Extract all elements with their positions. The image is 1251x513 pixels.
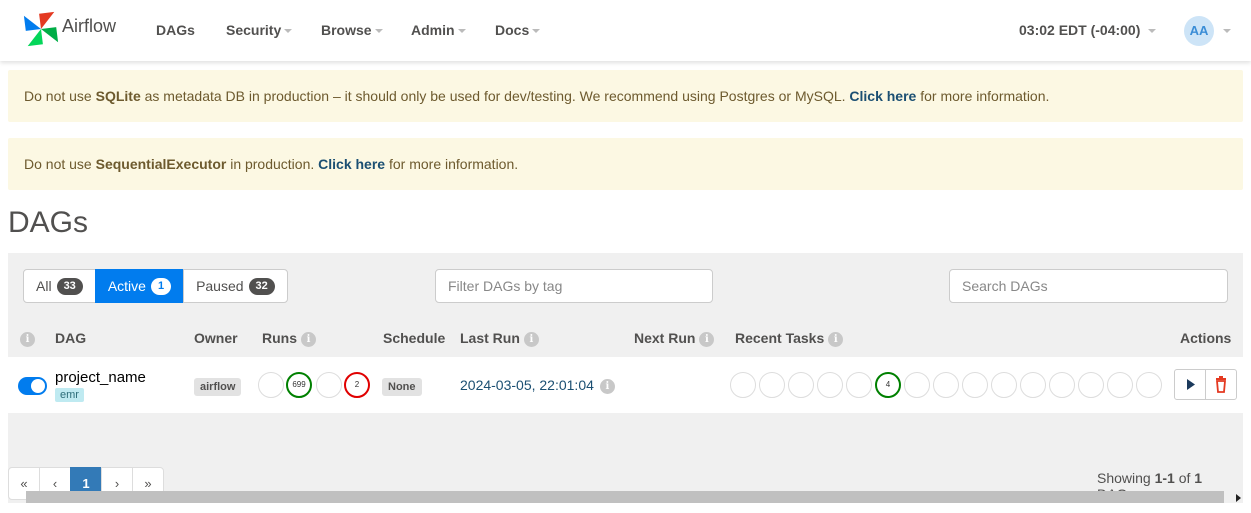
task-status-circle[interactable] bbox=[1136, 372, 1162, 398]
navbar: Airflow DAGs Security Browse Admin Docs … bbox=[0, 0, 1251, 61]
nav-browse[interactable]: Browse bbox=[321, 22, 383, 38]
task-status-circle[interactable] bbox=[1078, 372, 1104, 398]
info-icon: i bbox=[699, 331, 715, 347]
run-failed-circle[interactable]: 2 bbox=[344, 372, 370, 398]
column-header-dag[interactable]: DAG bbox=[55, 330, 86, 346]
status-filter-group: All 33 Active 1 Paused 32 bbox=[23, 269, 288, 303]
run-status-circle[interactable] bbox=[316, 372, 342, 398]
play-icon bbox=[1187, 379, 1195, 390]
column-header-runs: Runs i bbox=[262, 330, 316, 347]
search-dags-input[interactable] bbox=[949, 269, 1228, 303]
chevron-down-icon bbox=[284, 29, 293, 34]
task-status-circle[interactable] bbox=[904, 372, 930, 398]
tag-filter-input[interactable] bbox=[435, 269, 713, 303]
info-icon: i bbox=[20, 330, 35, 347]
count-badge: 32 bbox=[248, 277, 275, 295]
column-header-actions: Actions bbox=[1180, 330, 1232, 346]
sqlite-warning-alert: Do not use SQLite as metadata DB in prod… bbox=[8, 70, 1243, 122]
chevron-down-icon bbox=[532, 29, 541, 34]
sqlite-click-here-link[interactable]: Click here bbox=[849, 88, 916, 104]
run-status-circle[interactable] bbox=[258, 372, 284, 398]
nav-security[interactable]: Security bbox=[226, 22, 293, 38]
executor-warning-alert: Do not use SequentialExecutor in product… bbox=[8, 138, 1243, 190]
scroll-right-arrow-icon[interactable] bbox=[1236, 494, 1241, 502]
task-status-circle[interactable] bbox=[788, 372, 814, 398]
column-header-recent-tasks: Recent Tasks i bbox=[735, 330, 844, 347]
user-avatar[interactable]: AA bbox=[1184, 16, 1214, 46]
chevron-down-icon[interactable] bbox=[1223, 29, 1231, 33]
timezone-selector[interactable]: 03:02 EDT (-04:00) bbox=[1019, 22, 1157, 38]
schedule-label: None bbox=[382, 378, 422, 396]
task-status-circle[interactable] bbox=[730, 372, 756, 398]
brand-name: Airflow bbox=[62, 15, 117, 36]
nav-dags[interactable]: DAGs bbox=[156, 22, 195, 38]
nav-docs[interactable]: Docs bbox=[495, 22, 541, 38]
task-status-circle[interactable] bbox=[1107, 372, 1133, 398]
task-status-circle[interactable] bbox=[991, 372, 1017, 398]
task-status-circle[interactable] bbox=[962, 372, 988, 398]
chevron-down-icon bbox=[374, 29, 383, 34]
column-header-last-run[interactable]: Last Run i bbox=[460, 330, 539, 347]
trash-icon bbox=[1216, 376, 1226, 393]
table-row: project_name emr airflow 699 2 None 2024… bbox=[8, 357, 1243, 413]
task-status-circle[interactable] bbox=[759, 372, 785, 398]
executor-click-here-link[interactable]: Click here bbox=[318, 156, 385, 172]
filter-active-button[interactable]: Active 1 bbox=[94, 269, 185, 303]
task-status-circle[interactable] bbox=[1020, 372, 1046, 398]
last-run-link[interactable]: 2024-03-05, 22:01:04 i bbox=[460, 377, 615, 394]
airflow-logo-icon bbox=[23, 11, 59, 47]
filter-paused-button[interactable]: Paused 32 bbox=[183, 269, 288, 303]
task-status-circle[interactable] bbox=[933, 372, 959, 398]
info-icon: i bbox=[599, 378, 615, 394]
task-status-circle[interactable] bbox=[817, 372, 843, 398]
horizontal-scrollbar[interactable] bbox=[26, 491, 1243, 503]
run-success-circle[interactable]: 699 bbox=[286, 372, 312, 398]
column-header-schedule: Schedule bbox=[383, 330, 446, 346]
trigger-dag-button[interactable] bbox=[1174, 369, 1206, 400]
count-badge: 1 bbox=[150, 277, 172, 295]
dag-tag[interactable]: emr bbox=[55, 388, 84, 402]
nav-admin[interactable]: Admin bbox=[411, 22, 466, 38]
dag-pause-toggle[interactable] bbox=[18, 377, 47, 395]
filter-all-button[interactable]: All 33 bbox=[23, 269, 96, 303]
column-header-owner[interactable]: Owner bbox=[194, 330, 238, 346]
info-icon: i bbox=[828, 331, 844, 347]
info-icon: i bbox=[523, 331, 539, 347]
owner-label[interactable]: airflow bbox=[194, 378, 242, 396]
dags-panel: All33 Active1 Paused32 i DAG Owner Runsi… bbox=[8, 253, 1243, 503]
task-status-circle[interactable] bbox=[1049, 372, 1075, 398]
task-success-circle[interactable]: 4 bbox=[875, 372, 901, 398]
column-header-next-run[interactable]: Next Run i bbox=[634, 330, 715, 347]
chevron-down-icon bbox=[457, 29, 466, 34]
airflow-brand[interactable]: Airflow bbox=[22, 10, 116, 48]
scrollbar-thumb[interactable] bbox=[26, 491, 1224, 503]
page-title: DAGs bbox=[8, 206, 89, 239]
delete-dag-button[interactable] bbox=[1205, 369, 1237, 400]
count-badge: 33 bbox=[56, 277, 83, 295]
chevron-down-icon bbox=[1148, 29, 1157, 34]
info-icon: i bbox=[301, 331, 316, 347]
task-status-circle[interactable] bbox=[846, 372, 872, 398]
dag-name-link[interactable]: project_name bbox=[55, 369, 146, 386]
